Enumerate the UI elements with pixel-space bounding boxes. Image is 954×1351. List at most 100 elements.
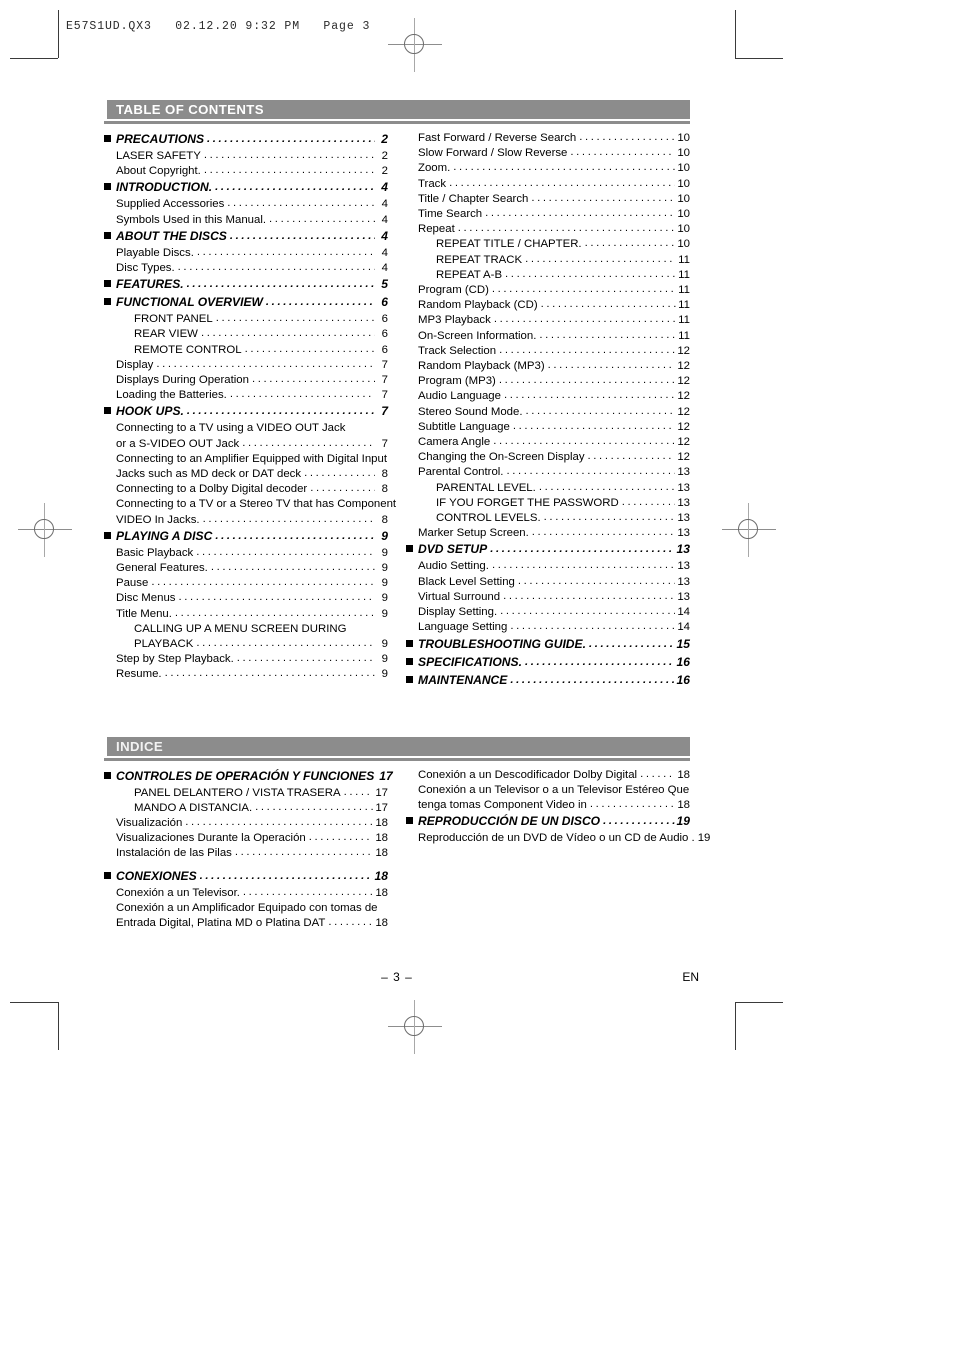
toc-entry[interactable]: Supplied Accessories....................… <box>104 197 388 212</box>
toc-entry[interactable]: Title Menu..............................… <box>104 607 388 622</box>
toc-entry[interactable]: Parental Control........................… <box>406 465 690 480</box>
toc-entry[interactable]: PLAYING A DISC..........................… <box>104 528 388 546</box>
toc-entry[interactable]: TROUBLESHOOTING GUIDE...................… <box>406 636 690 654</box>
toc-entry[interactable]: IF YOU FORGET THE PASSWORD..............… <box>406 496 690 511</box>
toc-entry-page: 6 <box>381 313 388 326</box>
toc-entry[interactable]: Pause...................................… <box>104 576 388 591</box>
toc-entry[interactable]: On-Screen Information...................… <box>406 329 690 344</box>
toc-entry[interactable]: Fast Forward / Reverse Search...........… <box>406 131 690 146</box>
toc-entry[interactable]: Instalación de las Pilas................… <box>104 846 388 861</box>
toc-entry[interactable]: DVD SETUP...............................… <box>406 541 690 559</box>
toc-entry-page: 14 <box>677 606 690 619</box>
toc-entry[interactable]: PRECAUTIONS.............................… <box>104 131 388 149</box>
toc-entry[interactable]: REAR VIEW...............................… <box>104 327 388 342</box>
toc-entry[interactable]: Displays During Operation...............… <box>104 373 388 388</box>
toc-entry[interactable]: Virtual Surround........................… <box>406 590 690 605</box>
toc-entry[interactable]: FEATURES................................… <box>104 276 388 294</box>
toc-entry[interactable]: Marker Setup Screen.....................… <box>406 526 690 541</box>
toc-entry[interactable]: PANEL DELANTERO / VISTA TRASERA.........… <box>104 786 388 801</box>
toc-entry[interactable]: Time Search.............................… <box>406 207 690 222</box>
toc-entry[interactable]: Program (MP3)...........................… <box>406 374 690 389</box>
toc-entry[interactable]: Disc Types..............................… <box>104 261 388 276</box>
toc-entry[interactable]: REPRODUCCIÓN DE UN DISCO................… <box>406 813 690 831</box>
toc-entry[interactable]: Stereo Sound Mode.......................… <box>406 405 690 420</box>
toc-entry[interactable]: Camera Angle............................… <box>406 435 690 450</box>
toc-entry[interactable]: Connecting to a TV or a Stereo TV that h… <box>104 497 396 512</box>
toc-entry[interactable]: LASER SAFETY............................… <box>104 149 388 164</box>
toc-entry[interactable]: Random Playback (MP3)...................… <box>406 359 690 374</box>
toc-entry[interactable]: PARENTAL LEVEL..........................… <box>406 481 690 496</box>
toc-entry[interactable]: Changing the On-Screen Display..........… <box>406 450 690 465</box>
leader-dots: ........................................… <box>156 357 375 370</box>
toc-entry-page: 5 <box>381 277 388 292</box>
toc-entry[interactable]: PLAYBACK................................… <box>104 637 388 652</box>
toc-entry[interactable]: ABOUT THE DISCS.........................… <box>104 228 388 246</box>
toc-entry[interactable]: CONTROLES DE OPERACIÓN Y FUNCIONES......… <box>104 768 393 786</box>
toc-entry[interactable]: Reproducción de un DVD de Vídeo o un CD … <box>406 831 710 846</box>
toc-entry[interactable]: Jacks such as MD deck or DAT deck.......… <box>104 467 388 482</box>
toc-entry[interactable]: Conexión a un Televisor o a un Televisor… <box>406 783 690 798</box>
toc-entry[interactable]: Display.................................… <box>104 358 388 373</box>
toc-entry[interactable]: VIDEO In Jacks..........................… <box>104 513 388 528</box>
toc-entry[interactable]: Black Level Setting.....................… <box>406 575 690 590</box>
toc-entry[interactable]: Connecting to an Amplifier Equipped with… <box>104 452 388 467</box>
toc-entry[interactable]: REMOTE CONTROL..........................… <box>104 343 388 358</box>
toc-entry[interactable]: REPEAT TRACK............................… <box>406 253 690 268</box>
toc-entry[interactable]: HOOK UPS................................… <box>104 403 388 421</box>
toc-entry[interactable]: Visualizaciones Durante la Operación....… <box>104 831 388 846</box>
toc-entry[interactable]: REPEAT A-B..............................… <box>406 268 690 283</box>
toc-entry[interactable]: Resume..................................… <box>104 667 388 682</box>
toc-entry-label: Repeat <box>418 223 455 236</box>
toc-entry[interactable]: General Features........................… <box>104 561 388 576</box>
toc-entry[interactable]: Random Playback (CD)....................… <box>406 298 690 313</box>
toc-entry[interactable]: Conexión a un Descodificador Dolby Digit… <box>406 768 690 783</box>
toc-entry[interactable]: Zoom....................................… <box>406 161 690 176</box>
toc-entry[interactable]: Conexión a un Televisor.................… <box>104 886 388 901</box>
toc-entry[interactable]: Basic Playback..........................… <box>104 546 388 561</box>
toc-entry[interactable]: CONEXIONES..............................… <box>104 868 388 886</box>
toc-entry[interactable]: Audio Setting...........................… <box>406 559 690 574</box>
toc-entry-label: Subtitle Language <box>418 420 510 433</box>
toc-entry[interactable]: Conexión a un Amplificador Equipado con … <box>104 901 388 916</box>
leader-dots: ........................................… <box>587 450 676 463</box>
toc-entry[interactable]: MAINTENANCE.............................… <box>406 672 690 690</box>
toc-entry[interactable]: MANDO A DISTANCIA.......................… <box>104 801 388 816</box>
toc-entry[interactable]: Connecting to a TV using a VIDEO OUT Jac… <box>104 421 388 436</box>
toc-entry[interactable]: Entrada Digital, Platina MD o Platina DA… <box>104 916 388 931</box>
toc-entry[interactable]: About Copyright.........................… <box>104 164 388 179</box>
toc-entry[interactable]: Audio Language..........................… <box>406 389 690 404</box>
toc-entry[interactable]: Repeat..................................… <box>406 222 690 237</box>
toc-entry[interactable]: Program (CD)............................… <box>406 283 690 298</box>
toc-entry[interactable]: CALLING UP A MENU SCREEN DURING.........… <box>104 622 388 637</box>
toc-entry[interactable]: Step by Step Playback...................… <box>104 652 388 667</box>
toc-entry[interactable]: INTRODUCTION............................… <box>104 179 388 197</box>
toc-entry[interactable]: Disc Menus..............................… <box>104 591 388 606</box>
toc-entry[interactable]: Visualización...........................… <box>104 816 388 831</box>
toc-entry[interactable]: Track...................................… <box>406 177 690 192</box>
toc-entry[interactable]: FUNCTIONAL OVERVIEW.....................… <box>104 294 388 312</box>
toc-entry[interactable]: Loading the Batteries...................… <box>104 388 388 403</box>
toc-entry[interactable]: Subtitle Language.......................… <box>406 420 690 435</box>
toc-entry[interactable]: Playable Discs..........................… <box>104 246 388 261</box>
toc-entry[interactable]: Slow Forward / Slow Reverse.............… <box>406 146 690 161</box>
section-title: INDICE <box>116 738 164 754</box>
toc-entry[interactable]: Connecting to a Dolby Digital decoder...… <box>104 482 388 497</box>
leader-dots: ........................................… <box>457 222 676 235</box>
toc-entry-page: 7 <box>381 374 388 387</box>
toc-entry[interactable]: Language Setting........................… <box>406 620 690 635</box>
toc-entry[interactable]: or a S-VIDEO OUT Jack...................… <box>104 437 388 452</box>
toc-column-1: PRECAUTIONS.............................… <box>104 131 396 690</box>
toc-entry-label: Random Playback (CD) <box>418 299 538 312</box>
toc-entry-page: 10 <box>677 177 690 190</box>
toc-entry[interactable]: Display Setting.........................… <box>406 605 690 620</box>
toc-entry[interactable]: Symbols Used in this Manual.............… <box>104 213 388 228</box>
toc-entry[interactable]: SPECIFICATIONS..........................… <box>406 654 690 672</box>
toc-entry-label: Connecting to a TV or a Stereo TV that h… <box>116 498 397 511</box>
toc-entry[interactable]: CONTROL LEVELS..........................… <box>406 511 690 526</box>
toc-entry[interactable]: REPEAT TITLE / CHAPTER..................… <box>406 237 690 252</box>
toc-entry[interactable]: MP3 Playback............................… <box>406 313 690 328</box>
toc-entry[interactable]: Track Selection.........................… <box>406 344 690 359</box>
toc-entry[interactable]: Title / Chapter Search..................… <box>406 192 690 207</box>
toc-entry[interactable]: tenga tomas Component Video in..........… <box>406 798 690 813</box>
toc-entry[interactable]: FRONT PANEL.............................… <box>104 312 388 327</box>
